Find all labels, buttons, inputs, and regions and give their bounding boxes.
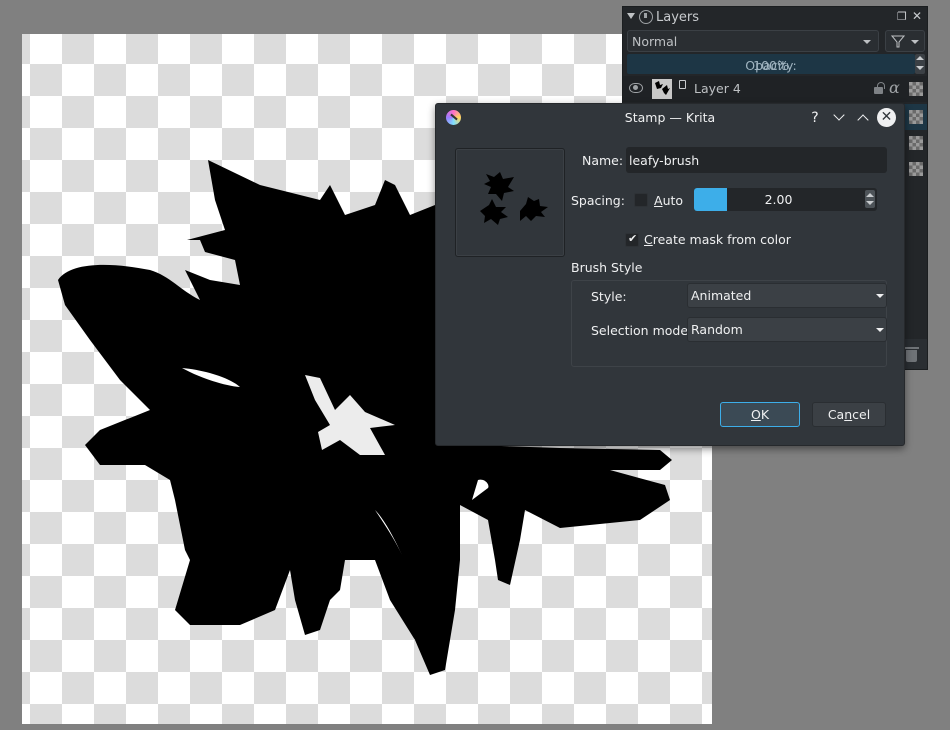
leaf-brush-preview-icon (480, 172, 548, 225)
inherit-alpha-icon[interactable] (909, 162, 923, 176)
inherit-alpha-icon[interactable] (909, 82, 923, 96)
layers-docker-title: Layers (656, 10, 700, 25)
leaf-thumbnail-icon (655, 81, 670, 95)
auto-spacing-label[interactable]: Auto (654, 193, 683, 208)
checkmark-icon: ✔ (628, 232, 638, 245)
create-mask-checkbox[interactable]: ✔ (625, 232, 639, 247)
unlock-icon[interactable] (874, 82, 885, 94)
cancel-button[interactable]: Cancel (812, 402, 886, 427)
spacing-label: Spacing: (571, 193, 625, 208)
selection-mode-label: Selection mode: (591, 323, 693, 338)
layer-row[interactable]: Layer 4 α (623, 76, 927, 102)
delete-layer-icon[interactable] (904, 347, 919, 362)
blend-mode-value: Normal (632, 34, 678, 49)
opacity-spin-arrows[interactable] (915, 54, 925, 74)
arrow-up-icon[interactable] (866, 193, 874, 197)
spacing-spin-arrows[interactable] (865, 190, 875, 208)
inherit-alpha-icon[interactable] (909, 136, 923, 150)
style-label: Style: (591, 289, 627, 304)
selection-mode-value: Random (691, 322, 743, 337)
spacing-spinbox[interactable]: 2.00 (694, 188, 877, 211)
float-docker-icon[interactable]: ❐ (897, 11, 908, 22)
name-input[interactable] (626, 147, 887, 173)
style-select[interactable]: Animated (687, 283, 887, 308)
chevron-down-icon (876, 294, 884, 298)
arrow-down-icon (916, 66, 924, 70)
layer-name: Layer 4 (694, 81, 741, 96)
selection-mode-select[interactable]: Random (687, 317, 887, 342)
close-button[interactable]: ✕ (877, 108, 896, 127)
minimize-button[interactable] (830, 109, 848, 127)
help-button[interactable]: ? (806, 109, 824, 127)
brush-preview (455, 148, 565, 257)
paint-layer-icon (679, 80, 686, 89)
layers-docker-titlebar[interactable]: Layers ❐ ✕ (623, 7, 927, 29)
inherit-alpha-icon[interactable] (909, 110, 923, 124)
spacing-value: 2.00 (764, 192, 793, 207)
maximize-button[interactable] (854, 109, 872, 127)
visibility-eye-icon[interactable] (629, 83, 643, 93)
ok-button[interactable]: OK (720, 402, 800, 427)
layer-thumbnail (652, 79, 672, 99)
style-value: Animated (691, 288, 752, 303)
brush-style-heading: Brush Style (571, 260, 643, 275)
close-docker-icon[interactable]: ✕ (912, 10, 922, 23)
chevron-down-icon (911, 40, 919, 44)
chevron-down-icon (833, 109, 845, 121)
opacity-text: Opacity: 100% (745, 58, 797, 73)
blend-mode-select[interactable]: Normal (627, 30, 879, 52)
name-input-field[interactable] (626, 147, 887, 173)
auto-spacing-checkbox[interactable] (634, 193, 648, 207)
close-icon: ✕ (880, 109, 893, 125)
brush-style-group: Style: Animated Selection mode: Random (571, 280, 887, 367)
chevron-up-icon (857, 114, 869, 126)
stamp-dialog: Stamp — Krita ? ✕ Name: Spacing: Auto 2.… (435, 103, 905, 446)
name-label: Name: (582, 153, 624, 168)
opacity-slider[interactable]: Opacity: 100% (627, 54, 915, 74)
filter-icon (891, 35, 905, 48)
chevron-down-icon (876, 328, 884, 332)
layer-filter-button[interactable] (885, 30, 925, 52)
arrow-up-icon (916, 56, 924, 60)
dialog-titlebar[interactable]: Stamp — Krita ? ✕ (436, 104, 904, 132)
chevron-down-icon (863, 40, 871, 44)
collapse-arrow-icon[interactable] (627, 13, 635, 19)
create-mask-label[interactable]: Create mask from color (644, 232, 791, 247)
arrow-down-icon[interactable] (866, 201, 874, 205)
layers-lock-icon[interactable] (639, 10, 653, 24)
alpha-lock-icon[interactable]: α (889, 78, 900, 97)
